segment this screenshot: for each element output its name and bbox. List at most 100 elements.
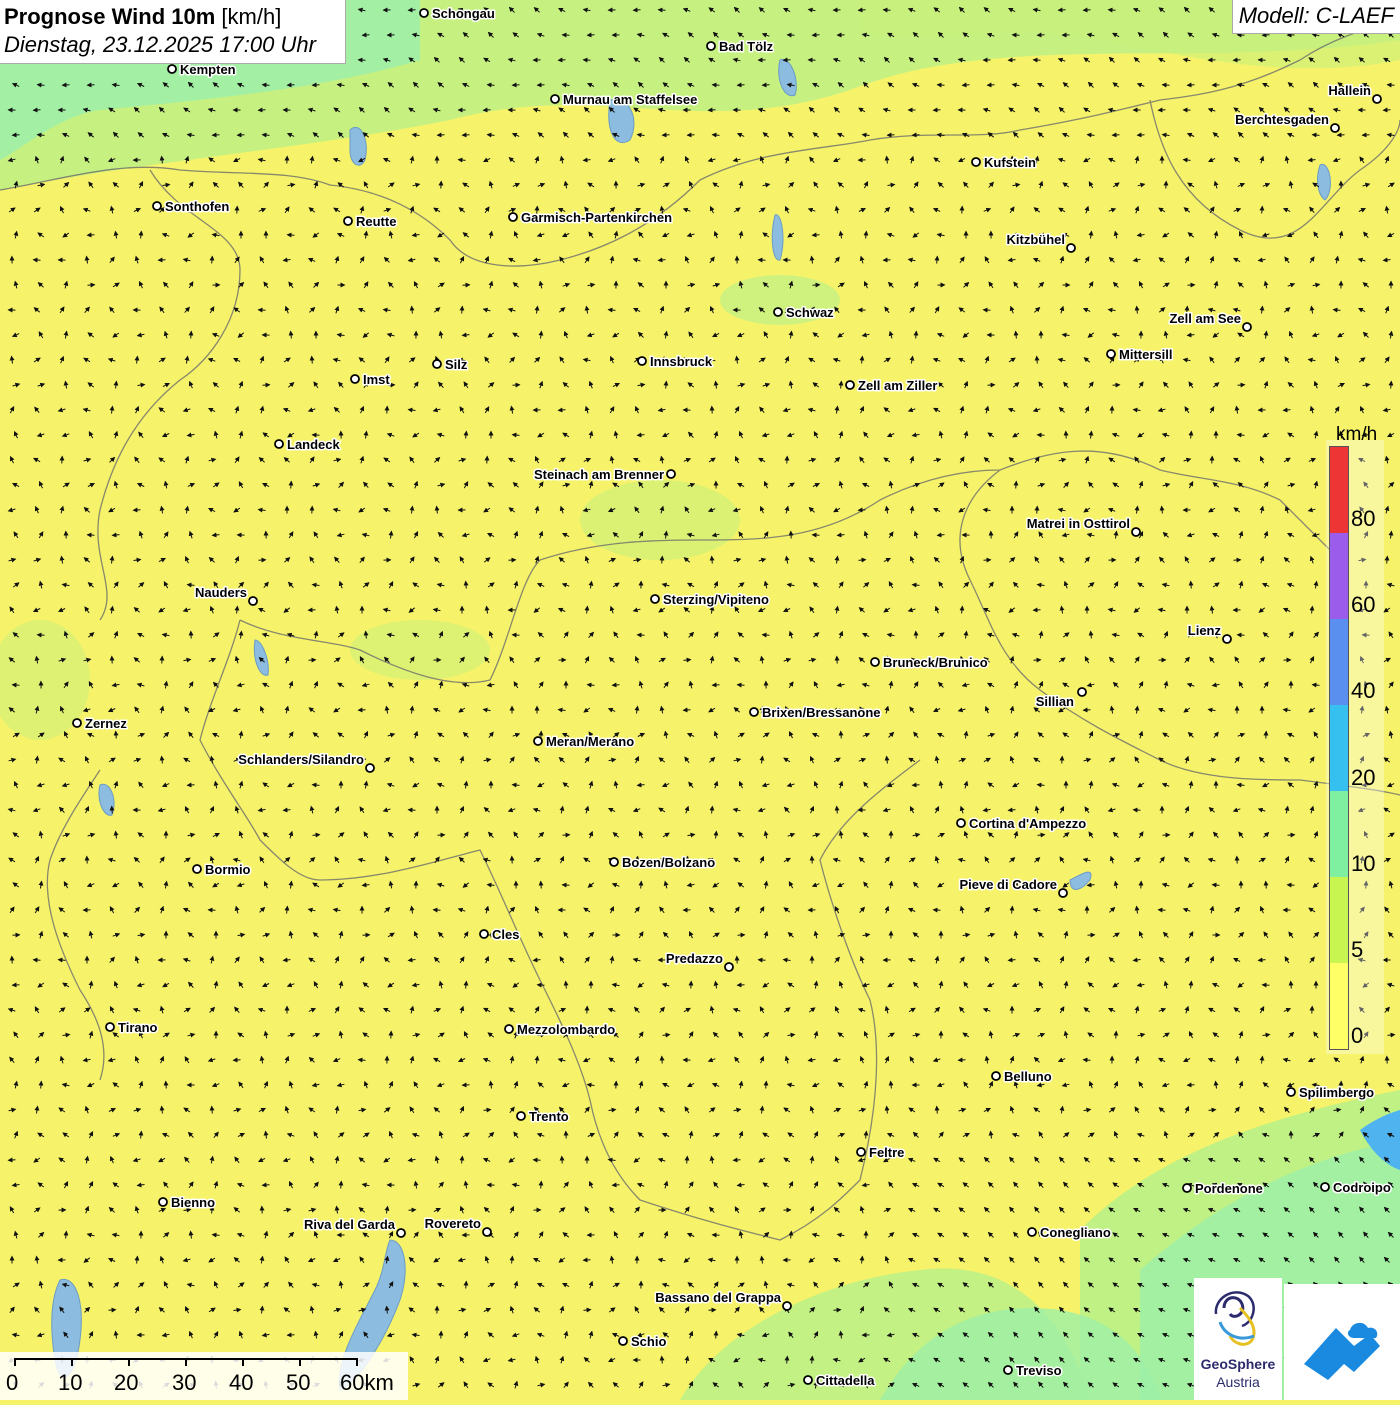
wind-arrow <box>937 1107 938 1114</box>
wind-arrow <box>34 110 41 111</box>
city-marker[interactable]: Pordenone <box>1183 1181 1263 1196</box>
city-name: Nauders <box>195 585 247 600</box>
city-dot <box>707 42 715 50</box>
city-dot <box>1287 1088 1295 1096</box>
wind-arrow <box>813 235 820 236</box>
wind-arrow <box>38 635 45 636</box>
geosphere-icon <box>1194 1278 1282 1356</box>
legend-label: 10 <box>1351 851 1375 877</box>
wind-arrow <box>588 35 595 36</box>
wind-arrow <box>1263 35 1270 36</box>
wind-arrow <box>263 385 270 386</box>
wind-arrow <box>109 1310 116 1311</box>
weather-app-logo[interactable] <box>1284 1284 1400 1400</box>
city-marker[interactable]: Cortina d'Ampezzo <box>957 816 1086 831</box>
city-dot <box>725 963 733 971</box>
city-dot <box>351 375 359 383</box>
city-dot <box>667 470 675 478</box>
wind-arrow <box>513 385 520 386</box>
wind-arrow <box>1262 207 1263 214</box>
city-name: Riva del Garda <box>304 1217 396 1232</box>
scale-label: 60km <box>340 1370 394 1396</box>
wind-arrow <box>116 732 117 739</box>
city-name: Kempten <box>180 62 236 77</box>
wind-arrow <box>341 1182 342 1189</box>
city-name: Spilimbergo <box>1299 1085 1374 1100</box>
city-marker[interactable]: Mezzolombardo <box>505 1022 615 1037</box>
city-marker[interactable]: Brixen/Bressanone <box>750 705 881 720</box>
legend-swatch <box>1330 963 1348 1049</box>
mountain-cloud-icon <box>1284 1284 1400 1400</box>
wind-arrow <box>263 1185 270 1186</box>
scale-tick <box>71 1358 73 1366</box>
city-marker[interactable]: Steinach am Brenner <box>534 467 675 482</box>
legend-swatch <box>1330 705 1348 791</box>
wind-arrow <box>712 557 713 564</box>
wind-arrow <box>1234 60 1241 61</box>
wind-arrow <box>884 10 891 11</box>
city-name: Imst <box>363 372 390 387</box>
city-dot <box>433 360 441 368</box>
legend-label: 40 <box>1351 678 1375 704</box>
wind-arrow <box>834 1310 841 1311</box>
wind-arrow <box>462 307 463 314</box>
city-dot <box>168 65 176 73</box>
wind-arrow <box>1038 35 1045 36</box>
city-name: Matrei in Osttirol <box>1027 516 1130 531</box>
city-marker[interactable]: Sonthofen <box>153 199 229 214</box>
city-name: Landeck <box>287 437 341 452</box>
wind-arrow <box>959 1060 966 1061</box>
city-marker[interactable]: Bruneck/Brunico <box>871 655 988 670</box>
city-name: Sillian <box>1036 694 1074 709</box>
wind-arrow <box>1134 810 1141 811</box>
city-dot <box>846 381 854 389</box>
legend-swatch <box>1330 619 1348 705</box>
city-dot <box>619 1337 627 1345</box>
wind-arrow <box>988 385 995 386</box>
city-dot <box>249 597 257 605</box>
wind-arrow <box>166 1082 167 1089</box>
geosphere-logo[interactable]: GeoSphere Austria <box>1194 1278 1282 1400</box>
city-dot <box>957 819 965 827</box>
city-name: Schlanders/Silandro <box>238 752 364 767</box>
city-marker[interactable]: Meran/Merano <box>534 734 634 749</box>
city-name: Bormio <box>205 862 251 877</box>
city-marker[interactable]: Zell am Ziller <box>846 378 937 393</box>
city-marker[interactable]: Innsbruck <box>638 354 713 369</box>
city-marker[interactable]: Conegliano <box>1028 1225 1111 1240</box>
wind-arrow <box>234 1060 241 1061</box>
wind-arrow <box>613 685 620 686</box>
city-name: Bruneck/Brunico <box>883 655 988 670</box>
city-name: Garmisch-Partenkirchen <box>521 210 672 225</box>
wind-arrow <box>13 685 20 686</box>
wind-arrow <box>813 35 820 36</box>
city-marker[interactable]: Sterzing/Vipiteno <box>651 592 769 607</box>
city-marker[interactable]: Bozen/Bolzano <box>610 855 715 870</box>
logo-text-line1: GeoSphere <box>1194 1356 1282 1372</box>
wind-arrow <box>713 85 720 86</box>
city-marker[interactable]: Schongau <box>420 6 495 21</box>
wind-arrow <box>738 85 745 86</box>
wind-map[interactable]: SchongauBad TölzKemptenMurnau am Staffel… <box>0 0 1400 1400</box>
city-dot <box>1078 688 1086 696</box>
wind-arrow <box>409 810 416 811</box>
city-marker[interactable]: Spilimbergo <box>1287 1085 1374 1100</box>
title-box: Prognose Wind 10m [km/h] Dienstag, 23.12… <box>0 0 346 64</box>
city-marker[interactable]: Garmisch-Partenkirchen <box>509 210 672 225</box>
wind-arrow <box>916 332 917 339</box>
city-dot <box>638 357 646 365</box>
city-marker[interactable]: Murnau am Staffelsee <box>551 92 697 107</box>
scale-tick <box>242 1358 244 1366</box>
wind-arrow <box>1159 110 1166 111</box>
scale-label: 10 <box>58 1370 82 1396</box>
wind-arrow <box>409 1210 416 1211</box>
city-name: Trento <box>529 1109 569 1124</box>
scale-label: 50 <box>286 1370 310 1396</box>
wind-arrow <box>288 235 295 236</box>
scale-tick <box>356 1358 358 1366</box>
city-name: Kufstein <box>984 155 1036 170</box>
wind-arrow <box>1391 382 1392 389</box>
wind-arrow <box>566 982 567 989</box>
city-dot <box>1107 350 1115 358</box>
city-name: Innsbruck <box>650 354 713 369</box>
